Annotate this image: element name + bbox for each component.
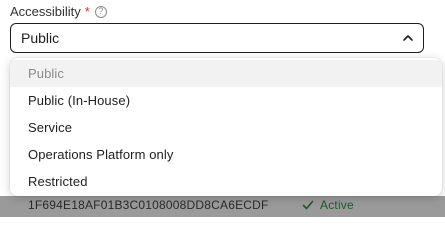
option-restricted[interactable]: Restricted <box>10 168 442 195</box>
page: 1F694E18AF01B3C0108008DD8CA6ECDF Active … <box>0 0 445 217</box>
required-marker: * <box>84 4 90 19</box>
status-text: Active <box>320 198 354 212</box>
status-badge: Active <box>302 198 354 212</box>
field-label-text: Accessibility <box>10 4 81 19</box>
check-icon <box>302 199 314 211</box>
option-service[interactable]: Service <box>10 114 442 141</box>
select-value: Public <box>21 30 60 46</box>
option-public[interactable]: Public <box>10 60 442 87</box>
chevron-up-icon[interactable] <box>402 32 414 44</box>
option-public-in-house[interactable]: Public (In-House) <box>10 87 442 114</box>
accessibility-dropdown: Public Public (In-House) Service Operati… <box>10 58 442 196</box>
accessibility-select[interactable]: Public <box>10 23 424 53</box>
option-operations-platform-only[interactable]: Operations Platform only <box>10 141 442 168</box>
table-row: 1F694E18AF01B3C0108008DD8CA6ECDF Active <box>28 196 428 217</box>
accessibility-label: Accessibility * ? <box>10 4 107 19</box>
help-icon[interactable]: ? <box>94 5 107 18</box>
row-id: 1F694E18AF01B3C0108008DD8CA6ECDF <box>28 198 269 212</box>
